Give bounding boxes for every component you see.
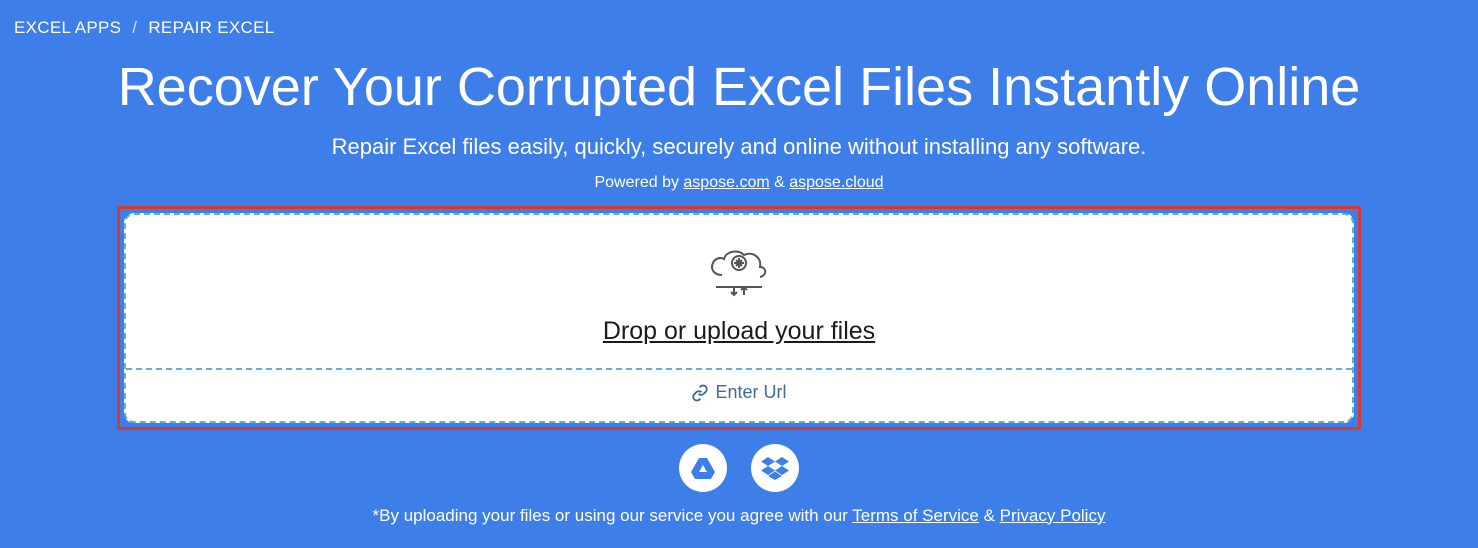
privacy-policy-link[interactable]: Privacy Policy (1000, 506, 1106, 525)
breadcrumb: EXCEL APPS / REPAIR EXCEL (0, 0, 1478, 38)
powered-link-aspose-cloud[interactable]: aspose.cloud (789, 174, 883, 191)
cloud-upload-icon (704, 243, 774, 301)
powered-by: Powered by aspose.com & aspose.cloud (0, 174, 1478, 192)
powered-amp: & (770, 174, 790, 191)
agreement-prefix: *By uploading your files or using our se… (373, 506, 853, 525)
powered-prefix: Powered by (594, 174, 683, 191)
hero: Recover Your Corrupted Excel Files Insta… (0, 38, 1478, 192)
breadcrumb-current[interactable]: REPAIR EXCEL (148, 18, 274, 37)
cloud-upload-buttons (0, 444, 1478, 492)
drop-label: Drop or upload your files (126, 317, 1352, 346)
powered-link-aspose-com[interactable]: aspose.com (683, 174, 769, 191)
link-icon (691, 384, 709, 402)
drop-area[interactable]: Drop or upload your files (126, 215, 1352, 368)
terms-of-service-link[interactable]: Terms of Service (852, 506, 979, 525)
dropbox-icon (761, 456, 789, 480)
google-drive-button[interactable] (679, 444, 727, 492)
page-subtitle: Repair Excel files easily, quickly, secu… (0, 134, 1478, 160)
enter-url-button[interactable]: Enter Url (691, 382, 786, 403)
agreement-footer: *By uploading your files or using our se… (0, 506, 1478, 526)
dropbox-button[interactable] (751, 444, 799, 492)
upload-box: Drop or upload your files Enter Url (124, 213, 1354, 423)
breadcrumb-separator: / (132, 18, 137, 37)
enter-url-label: Enter Url (715, 382, 786, 403)
breadcrumb-root[interactable]: EXCEL APPS (14, 18, 121, 37)
agreement-amp: & (979, 506, 1000, 525)
upload-highlight-box: Drop or upload your files Enter Url (117, 206, 1361, 430)
enter-url-row: Enter Url (126, 368, 1352, 421)
google-drive-icon (690, 456, 716, 480)
page-title: Recover Your Corrupted Excel Files Insta… (0, 56, 1478, 118)
